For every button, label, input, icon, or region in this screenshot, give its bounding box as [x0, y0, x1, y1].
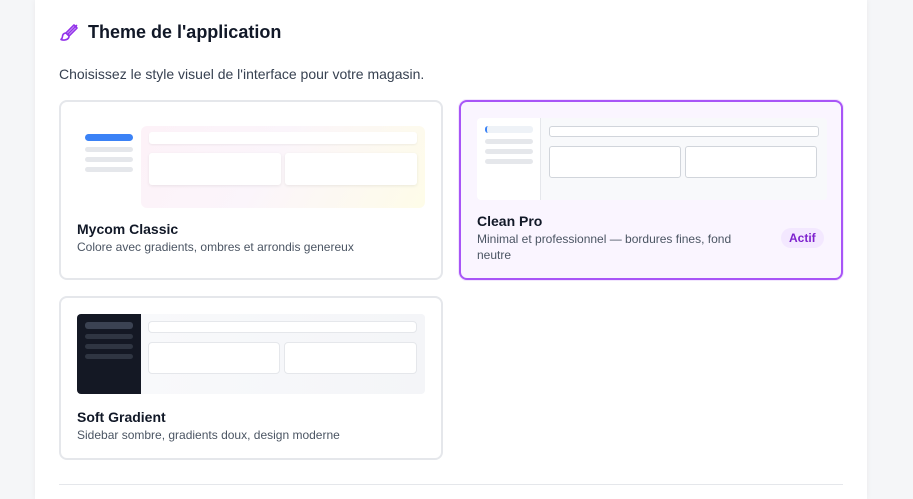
- theme-card-soft-gradient[interactable]: Soft Gradient Sidebar sombre, gradients …: [59, 296, 443, 460]
- theme-description: Sidebar sombre, gradients doux, design m…: [77, 428, 340, 442]
- section-header: Theme de l'application: [59, 22, 281, 43]
- section-title: Theme de l'application: [88, 22, 282, 42]
- active-badge: Actif: [781, 228, 824, 248]
- section-description: Choisissez le style visuel de l'interfac…: [59, 66, 425, 82]
- theme-preview-classic: [77, 120, 425, 208]
- theme-preview-soft-gradient: [77, 314, 425, 394]
- theme-description: Minimal et professionnel — bordures fine…: [477, 232, 732, 262]
- section-divider: [59, 484, 843, 485]
- theme-description: Colore avec gradients, ombres et arrondi…: [77, 240, 354, 254]
- paintbrush-icon: [59, 23, 79, 43]
- theme-name: Soft Gradient: [77, 409, 166, 425]
- theme-card-mycom-classic[interactable]: Mycom Classic Colore avec gradients, omb…: [59, 100, 443, 280]
- theme-name: Clean Pro: [477, 213, 543, 229]
- theme-settings-panel: Theme de l'application Choisissez le sty…: [35, 0, 867, 499]
- theme-card-clean-pro[interactable]: Clean Pro Minimal et professionnel — bor…: [459, 100, 843, 280]
- theme-preview-clean-pro: [477, 118, 827, 200]
- theme-name: Mycom Classic: [77, 221, 179, 237]
